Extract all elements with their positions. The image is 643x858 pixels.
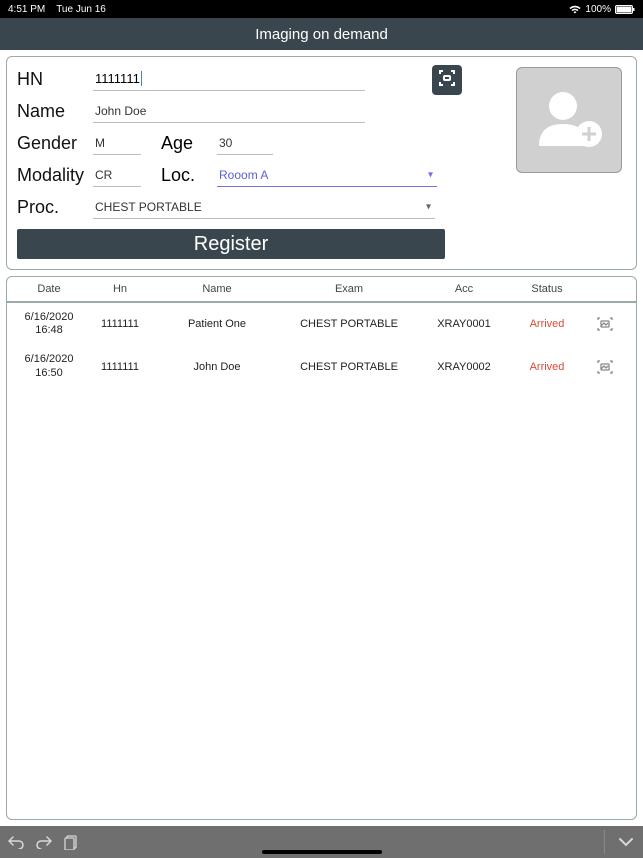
row-image-button[interactable] [585,316,625,332]
label-gender: Gender [17,133,93,154]
add-photo-icon [529,78,609,163]
chevron-down-icon: ▾ [428,169,433,180]
label-modality: Modality [17,165,93,186]
header-exam: Exam [279,283,419,295]
cell-status: Arrived [509,361,585,373]
cell-name: Patient One [155,318,279,330]
form-panel: HN 1111111 Name John Doe Gender M Age 30… [6,56,637,270]
redo-button[interactable] [36,835,52,849]
header-status: Status [509,283,585,295]
table-header: Date Hn Name Exam Acc Status [7,277,636,303]
input-gender[interactable]: M [93,132,141,155]
status-date: Tue Jun 16 [56,4,106,15]
select-location[interactable]: Rooom A ▾ [217,164,437,187]
cell-name: John Doe [155,361,279,373]
select-procedure[interactable]: CHEST PORTABLE ▾ [93,196,435,219]
cell-exam: CHEST PORTABLE [279,361,419,373]
table-row[interactable]: 6/16/202016:481111111Patient OneCHEST PO… [7,303,636,345]
table-row[interactable]: 6/16/202016:501111111John DoeCHEST PORTA… [7,345,636,387]
cell-status: Arrived [509,318,585,330]
status-time-date: 4:51 PM Tue Jun 16 [8,4,106,15]
row-image-button[interactable] [585,359,625,375]
clipboard-button[interactable] [64,834,78,850]
procedure-value: CHEST PORTABLE [95,200,202,214]
cell-acc: XRAY0001 [419,318,509,330]
status-battery-text: 100% [585,4,611,15]
patient-photo-placeholder[interactable] [516,67,622,173]
cell-date: 6/16/202016:48 [13,311,85,337]
chevron-down-icon: ▾ [426,201,431,212]
cell-exam: CHEST PORTABLE [279,318,419,330]
input-age[interactable]: 30 [217,132,273,155]
header-date: Date [13,283,85,295]
register-label: Register [194,233,268,256]
input-name[interactable]: John Doe [93,100,365,123]
label-age: Age [161,133,217,154]
status-time: 4:51 PM [8,4,45,15]
status-bar: 4:51 PM Tue Jun 16 100% [0,0,643,18]
home-indicator [262,850,382,854]
scan-icon [437,68,457,93]
label-hn: HN [17,69,93,90]
wifi-icon [569,5,581,14]
scan-button[interactable] [432,65,462,95]
input-modality[interactable]: CR [93,164,141,187]
cell-acc: XRAY0002 [419,361,509,373]
cell-hn: 1111111 [85,318,155,330]
header-name: Name [155,283,279,295]
location-value: Rooom A [219,168,268,182]
label-procedure: Proc. [17,197,93,218]
collapse-keyboard-button[interactable] [617,836,635,848]
undo-button[interactable] [8,835,24,849]
app-header: Imaging on demand [0,18,643,50]
toolbar-divider [604,830,605,854]
input-hn[interactable]: 1111111 [93,67,365,91]
header-acc: Acc [419,283,509,295]
label-name: Name [17,101,93,122]
cell-date: 6/16/202016:50 [13,353,85,379]
register-button[interactable]: Register [17,229,445,259]
cell-hn: 1111111 [85,361,155,373]
battery-icon [615,5,635,14]
table-body: 6/16/202016:481111111Patient OneCHEST PO… [7,303,636,819]
worklist-panel: Date Hn Name Exam Acc Status 6/16/202016… [6,276,637,820]
app-title: Imaging on demand [255,26,388,43]
header-hn: Hn [85,283,155,295]
label-location: Loc. [161,165,217,186]
